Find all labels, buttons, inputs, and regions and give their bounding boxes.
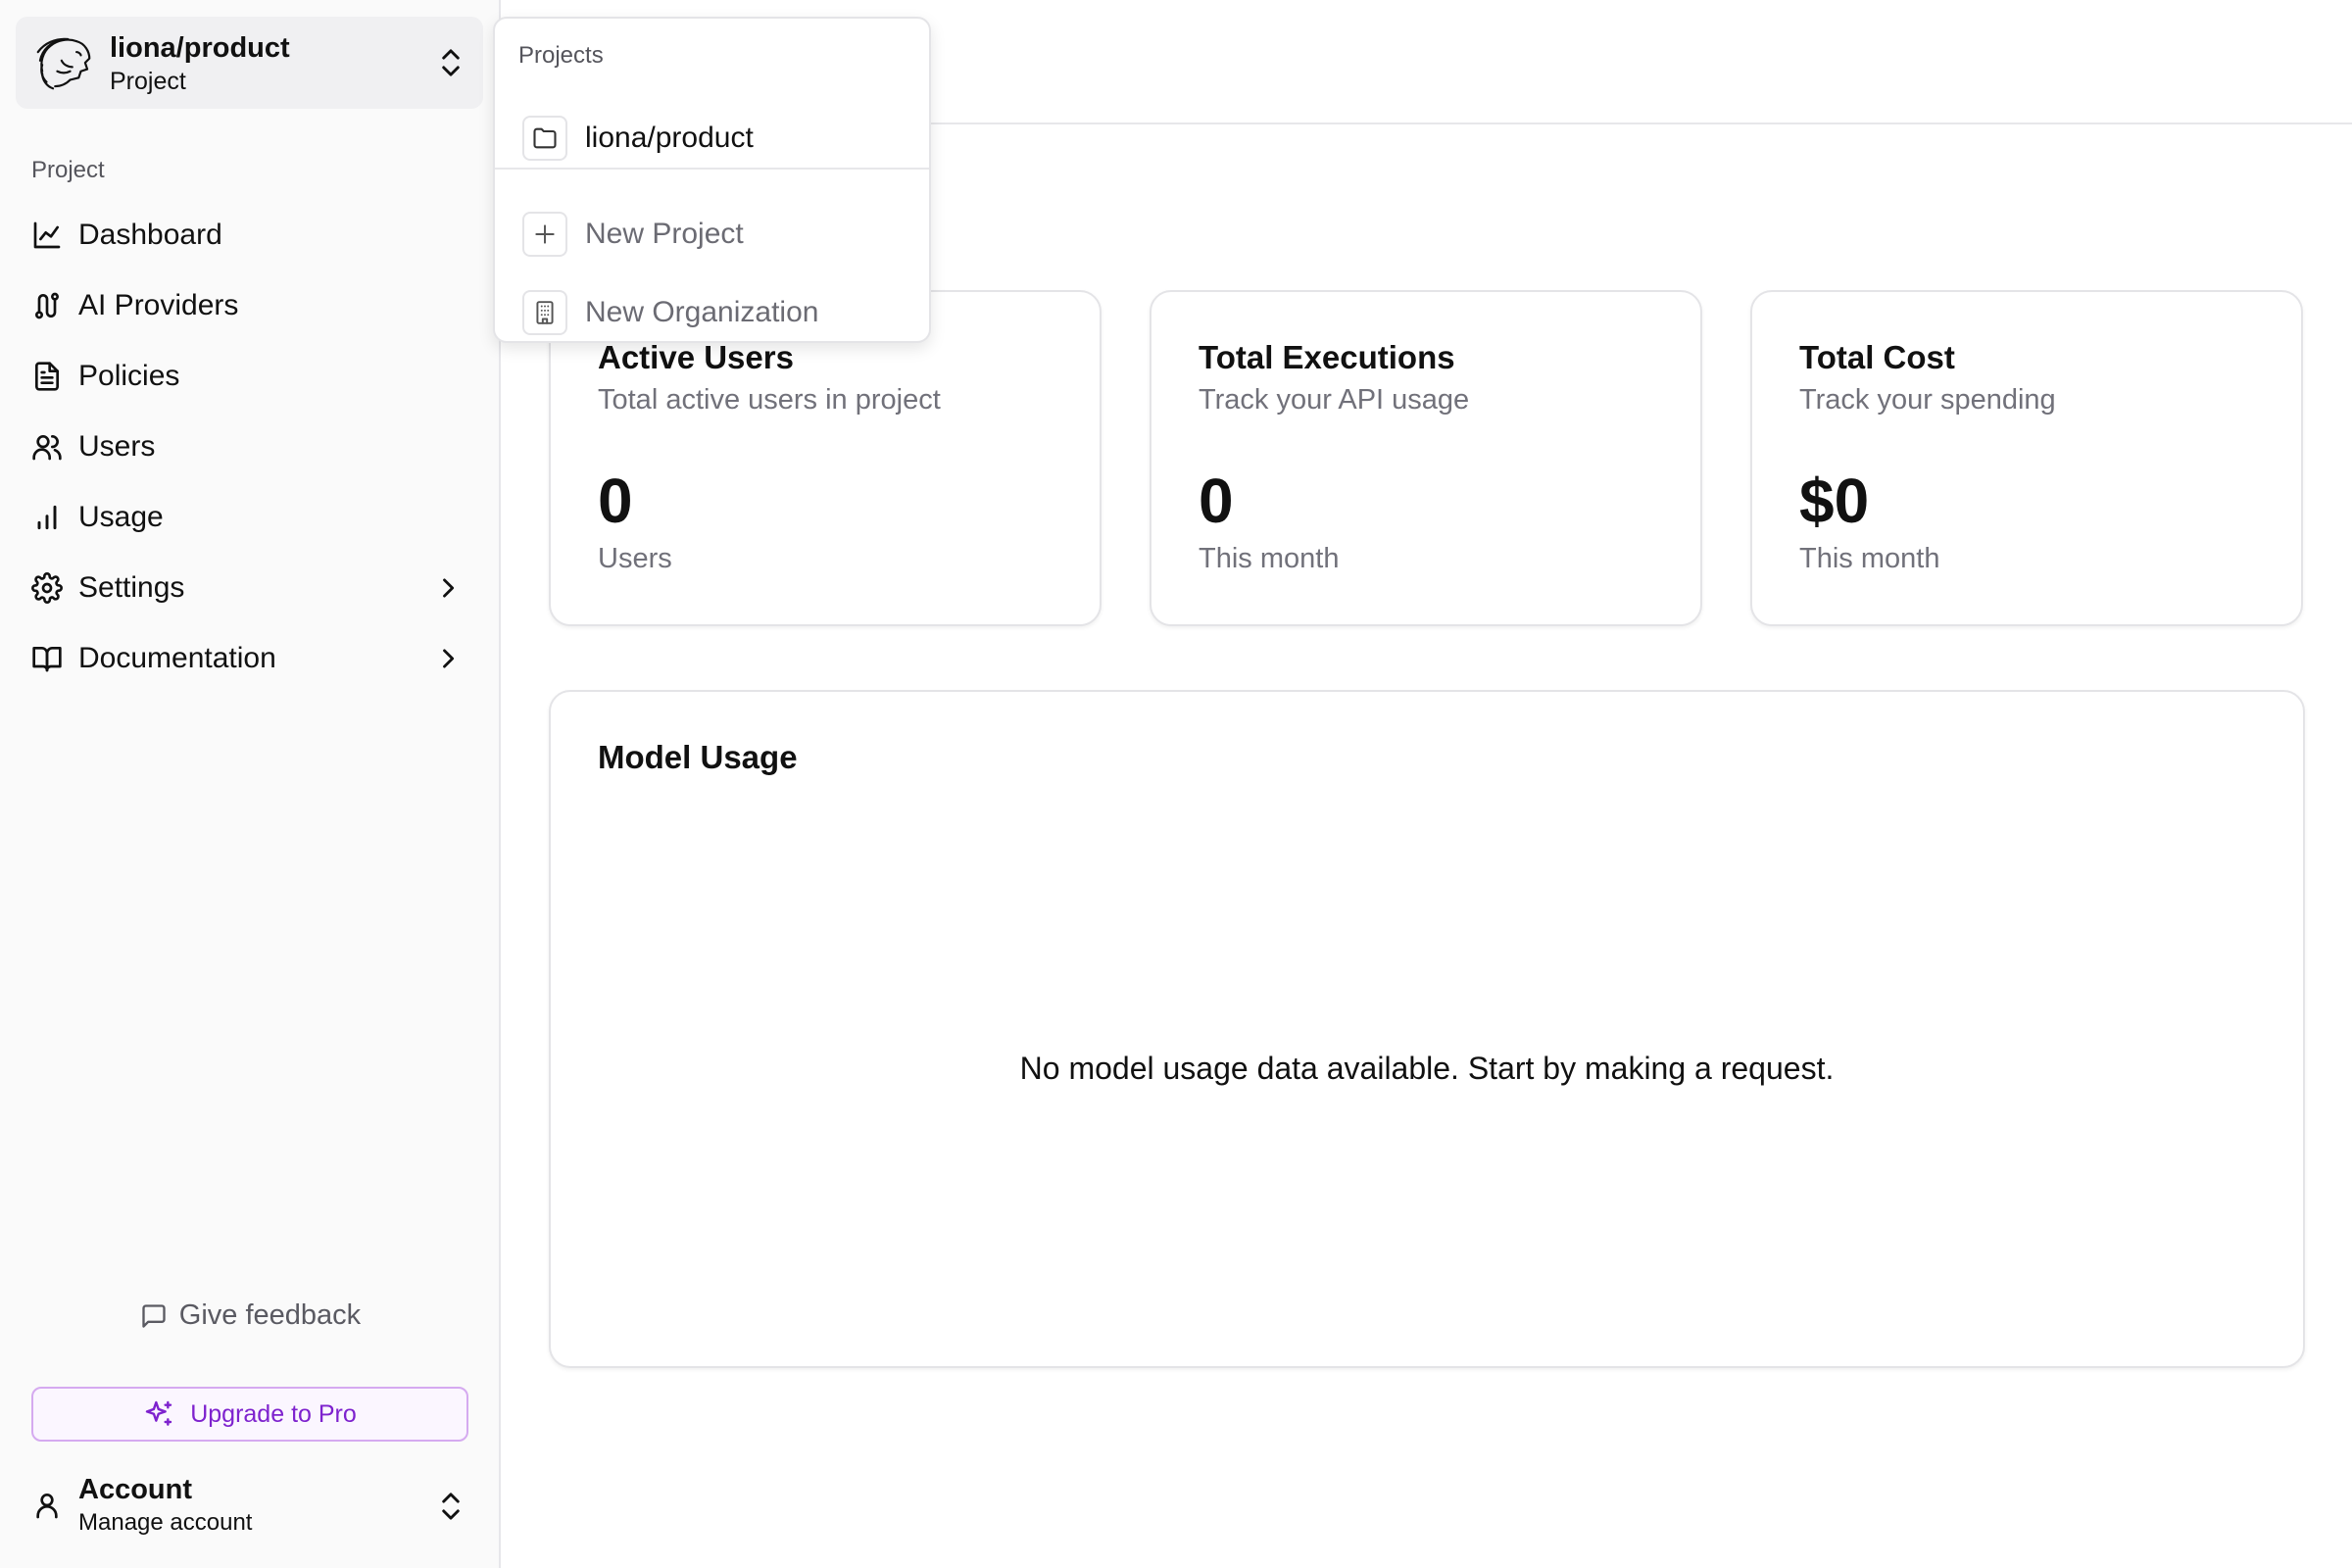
sidebar-item-label: Users [78, 430, 156, 463]
dropdown-item-project[interactable]: liona/product [505, 107, 921, 170]
chevrons-up-down-icon [442, 1493, 460, 1520]
card-description: Total active users in project [598, 384, 941, 416]
sidebar-item-policies[interactable]: Policies [16, 341, 483, 412]
sidebar-nav: Dashboard AI Providers Policies Users Us… [16, 200, 483, 694]
chevrons-up-down-icon [442, 49, 460, 76]
new-project-button[interactable]: New Project [505, 203, 921, 266]
sidebar: liona/product Project Project Dashboard [0, 0, 501, 1568]
card-unit: This month [1799, 543, 1940, 574]
card-title: Model Usage [598, 739, 798, 775]
total-executions-card: Total Executions Track your API usage 0 … [1150, 290, 1702, 626]
building-icon [536, 301, 554, 324]
upgrade-to-pro-button[interactable]: Upgrade to Pro [31, 1387, 468, 1442]
dropdown-item-label: New Project [585, 218, 744, 250]
user-icon [36, 1494, 58, 1519]
card-value: $0 [1799, 466, 1870, 536]
sidebar-item-settings[interactable]: Settings [16, 553, 483, 623]
card-title: Total Executions [1199, 339, 1455, 375]
sidebar-item-label: AI Providers [78, 289, 239, 321]
dropdown-header: Projects [518, 42, 604, 69]
sidebar-item-ai-providers[interactable]: AI Providers [16, 270, 483, 341]
card-title: Total Cost [1799, 339, 1955, 375]
users-icon [32, 435, 62, 461]
sidebar-item-label: Settings [78, 571, 185, 604]
new-organization-button[interactable]: New Organization [505, 281, 921, 344]
message-square-icon [142, 1303, 166, 1328]
card-description: Track your spending [1799, 384, 2056, 416]
card-title: Active Users [598, 339, 794, 375]
building-icon-box [522, 290, 567, 335]
app: liona/product Project Project Dashboard [0, 0, 2352, 1568]
gear-icon [31, 572, 63, 604]
account-title: Account [78, 1474, 192, 1505]
chevron-right-icon [443, 649, 455, 668]
book-icon [32, 647, 62, 672]
sidebar-item-usage[interactable]: Usage [16, 482, 483, 553]
sidebar-item-dashboard[interactable]: Dashboard [16, 200, 483, 270]
sidebar-item-users[interactable]: Users [16, 412, 483, 482]
project-subtitle: Project [110, 68, 186, 95]
card-value: 0 [598, 466, 633, 536]
route-icon [35, 292, 59, 319]
project-switcher[interactable]: liona/product Project [16, 17, 483, 109]
give-feedback-label: Give feedback [178, 1299, 362, 1331]
dropdown-item-label: New Organization [585, 296, 819, 328]
account-subtitle: Manage account [78, 1509, 253, 1536]
plus-icon-box [522, 212, 567, 257]
account-menu[interactable]: Account Manage account [16, 1466, 483, 1548]
folder-icon [533, 127, 557, 149]
sidebar-item-label: Usage [78, 501, 164, 533]
lion-logo-icon [36, 37, 91, 90]
empty-state-message: No model usage data available. Start by … [1019, 1051, 1835, 1086]
card-unit: Users [598, 543, 672, 574]
project-dropdown-menu: Projects liona/product New Project New O… [493, 17, 931, 343]
section-label-project: Project [31, 157, 105, 183]
card-value: 0 [1199, 466, 1234, 536]
upgrade-to-pro-label: Upgrade to Pro [190, 1399, 357, 1428]
card-description: Track your API usage [1199, 384, 1470, 416]
card-unit: This month [1199, 543, 1340, 574]
line-chart-icon [33, 221, 61, 249]
chevron-right-icon [443, 578, 455, 598]
sidebar-item-label: Dashboard [78, 219, 222, 251]
give-feedback-button[interactable]: Give feedback [0, 1299, 501, 1332]
sparkles-icon [146, 1400, 172, 1426]
model-usage-card: Model Usage No model usage data availabl… [549, 690, 2305, 1368]
sidebar-item-label: Policies [78, 360, 180, 392]
total-cost-card: Total Cost Track your spending $0 This m… [1750, 290, 2303, 626]
sidebar-item-documentation[interactable]: Documentation [16, 623, 483, 694]
project-name: liona/product [110, 32, 290, 64]
document-icon [35, 362, 59, 391]
dropdown-divider [495, 168, 929, 170]
sidebar-item-label: Documentation [78, 642, 276, 674]
folder-icon-box [522, 116, 567, 161]
bar-chart-icon [37, 505, 57, 530]
dropdown-item-label: liona/product [585, 122, 754, 154]
plus-icon [535, 224, 555, 244]
